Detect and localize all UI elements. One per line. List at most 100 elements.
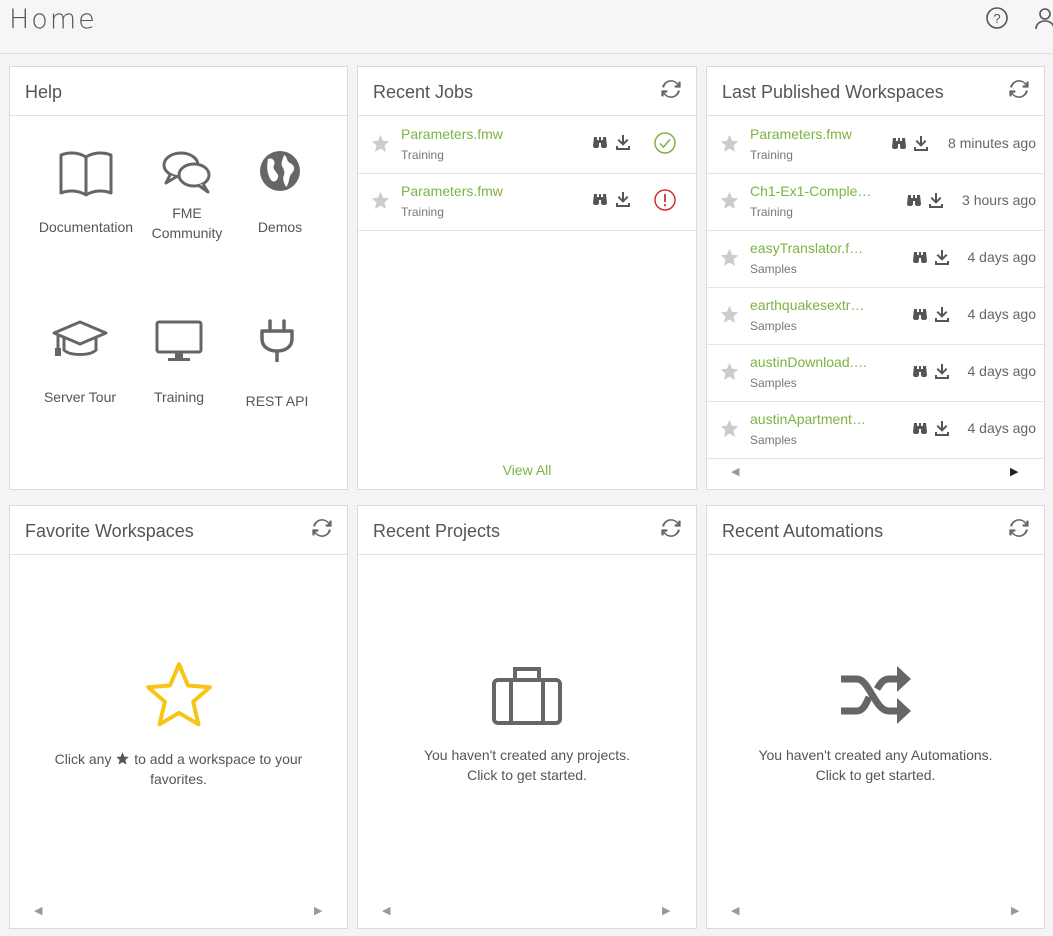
star-icon[interactable] [719,133,740,154]
workspace-name[interactable]: easyTranslator.f… [750,240,863,256]
panel-header: Help [10,67,347,116]
star-icon[interactable] [719,304,740,325]
workspace-row[interactable]: Parameters.fmw Training 8 minutes ago [707,116,1044,174]
star-icon[interactable] [719,361,740,382]
help-rest-api[interactable]: REST API [238,319,316,409]
binoculars-icon[interactable] [592,134,608,150]
scroll-left-arrow[interactable]: ◀ [731,904,739,917]
projects-empty-message[interactable]: You haven't created any projects. Click … [358,745,696,785]
automations-line1: You haven't created any Automations. [758,747,993,763]
job-row[interactable]: Parameters.fmw Training [358,173,696,231]
binoculars-icon[interactable] [592,191,608,207]
globe-icon [260,151,300,191]
favorites-text-after: to add a workspace to your [134,751,303,767]
published-time: 3 hours ago [962,192,1036,208]
scroll-right-arrow[interactable]: ▶ [1011,904,1019,917]
job-repository: Training [401,148,444,162]
monitor-icon [155,320,203,361]
automations-empty-message[interactable]: You haven't created any Automations. Cli… [707,745,1044,785]
binoculars-icon[interactable] [906,192,922,208]
refresh-icon[interactable] [1008,78,1030,100]
workspace-repository: Samples [750,433,797,447]
help-item-label: Training [153,389,205,405]
recent-jobs-panel: Recent Jobs Parameters.fmw Training Para… [357,66,697,490]
panel-title: Favorite Workspaces [25,521,194,541]
help-training[interactable]: Training [142,319,216,405]
briefcase-icon[interactable] [491,664,563,726]
published-time: 4 days ago [967,363,1037,379]
help-fme-community[interactable]: FME Community [142,149,232,243]
workspace-repository: Samples [750,262,797,276]
panel-title: Recent Automations [722,521,884,541]
download-icon[interactable] [928,192,944,208]
scroll-right-arrow[interactable]: ▶ [662,904,670,917]
workspace-row[interactable]: easyTranslator.f… Samples 4 days ago [707,230,1044,288]
refresh-icon[interactable] [1008,517,1030,539]
panel-header: Favorite Workspaces [10,506,347,555]
job-name[interactable]: Parameters.fmw [401,126,503,142]
workspace-name[interactable]: Parameters.fmw [750,126,852,142]
panel-title: Last Published Workspaces [722,82,944,102]
star-icon[interactable] [719,190,740,211]
star-icon[interactable] [370,133,391,154]
download-icon[interactable] [934,363,950,379]
refresh-icon[interactable] [311,517,333,539]
star-icon[interactable] [719,247,740,268]
scroll-right-arrow[interactable]: ▶ [314,904,322,917]
workspace-row[interactable]: Ch1-Ex1-Comple… Training 3 hours ago [707,173,1044,231]
published-time: 8 minutes ago [948,135,1036,151]
favorites-text-line2: favorites. [150,771,207,787]
scroll-left-arrow[interactable]: ◀ [382,904,390,917]
scroll-right-arrow[interactable]: ▶ [1010,465,1018,478]
scroll-left-arrow[interactable]: ◀ [34,904,42,917]
last-published-panel: Last Published Workspaces Parameters.fmw… [706,66,1045,490]
help-item-label: FME Community [151,205,223,241]
published-time: 4 days ago [967,249,1037,265]
star-icon[interactable] [370,190,391,211]
refresh-icon[interactable] [660,517,682,539]
workspace-name[interactable]: austinApartment… [750,411,866,427]
download-icon[interactable] [934,420,950,436]
view-all-link[interactable]: View All [358,462,696,478]
panel-title: Recent Jobs [373,82,474,102]
favorites-empty-message: Click any to add a workspace to your fav… [10,749,347,789]
projects-line1: You haven't created any projects. [423,747,631,763]
workspace-name[interactable]: Ch1-Ex1-Comple… [750,183,871,199]
download-icon[interactable] [934,249,950,265]
download-icon[interactable] [913,135,929,151]
projects-line2: Click to get started. [467,767,587,783]
help-item-label: Demos [257,219,303,235]
recent-automations-panel: Recent Automations You haven't created a… [706,505,1045,929]
scroll-left-arrow[interactable]: ◀ [731,465,739,478]
binoculars-icon[interactable] [912,420,928,436]
help-server-tour[interactable]: Server Tour [34,319,126,405]
panel-header: Last Published Workspaces [707,67,1044,116]
favorites-text-before: Click any [54,751,112,767]
workspace-row[interactable]: austinApartment… Samples 4 days ago [707,401,1044,459]
workspace-name[interactable]: austinDownload.… [750,354,868,370]
help-demos[interactable]: Demos [242,149,318,235]
workspace-repository: Training [750,148,793,162]
workspace-name[interactable]: earthquakesextr… [750,297,864,313]
workspace-row[interactable]: earthquakesextr… Samples 4 days ago [707,287,1044,345]
download-icon[interactable] [934,306,950,322]
job-row[interactable]: Parameters.fmw Training [358,116,696,174]
workspace-repository: Samples [750,319,797,333]
shuffle-icon[interactable] [839,664,913,726]
user-icon[interactable] [1033,6,1053,30]
binoculars-icon[interactable] [912,249,928,265]
help-icon[interactable]: ? [985,6,1009,30]
download-icon[interactable] [615,191,631,207]
refresh-icon[interactable] [660,78,682,100]
binoculars-icon[interactable] [912,363,928,379]
help-documentation[interactable]: Documentation [34,149,138,235]
star-icon [115,751,130,766]
job-name[interactable]: Parameters.fmw [401,183,503,199]
download-icon[interactable] [615,134,631,150]
plug-icon [260,319,294,362]
favorite-workspaces-panel: Favorite Workspaces Click any to add a w… [9,505,348,929]
star-icon[interactable] [719,418,740,439]
workspace-row[interactable]: austinDownload.… Samples 4 days ago [707,344,1044,402]
binoculars-icon[interactable] [891,135,907,151]
binoculars-icon[interactable] [912,306,928,322]
